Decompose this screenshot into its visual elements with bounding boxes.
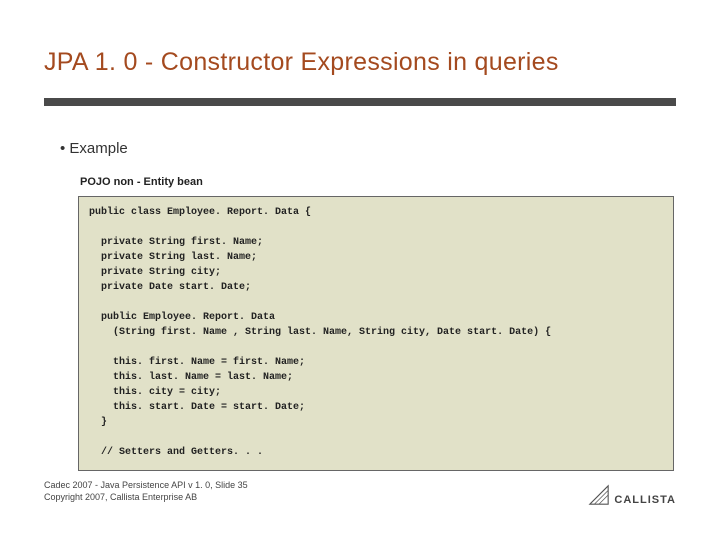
page-title: JPA 1. 0 - Constructor Expressions in qu… xyxy=(44,48,676,77)
footer-line-2: Copyright 2007, Callista Enterprise AB xyxy=(44,491,248,504)
footer-line-1: Cadec 2007 - Java Persistence API v 1. 0… xyxy=(44,479,248,492)
bullet-example: • Example xyxy=(60,140,128,157)
footer: Cadec 2007 - Java Persistence API v 1. 0… xyxy=(44,479,248,504)
title-rule xyxy=(44,98,676,106)
brand-logo: CALLISTA xyxy=(588,484,676,506)
triangle-icon xyxy=(588,484,610,506)
code-subheading: POJO non - Entity bean xyxy=(80,176,203,188)
brand-name: CALLISTA xyxy=(614,494,676,506)
slide: JPA 1. 0 - Constructor Expressions in qu… xyxy=(0,0,720,540)
code-block: public class Employee. Report. Data { pr… xyxy=(78,196,674,471)
